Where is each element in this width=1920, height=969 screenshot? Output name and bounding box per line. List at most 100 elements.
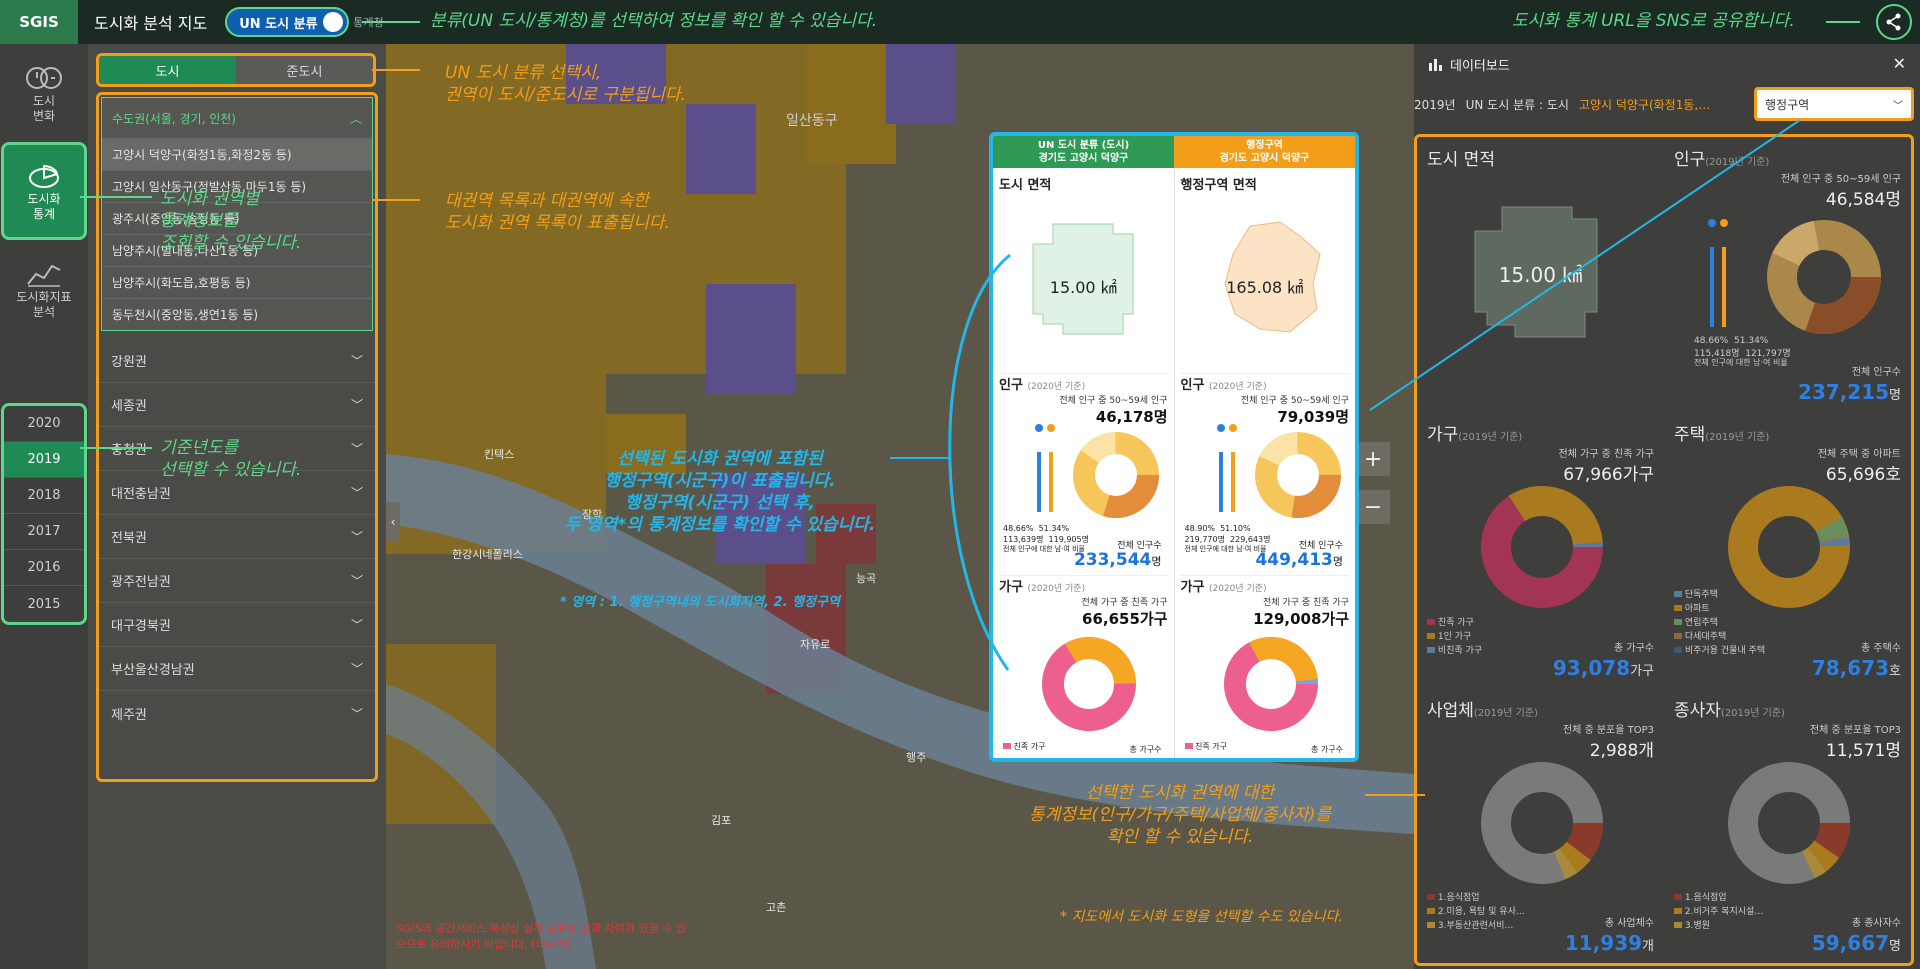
map-label: 능곡 — [856, 572, 877, 585]
card-housing[interactable]: 주택(2019년 기준) 전체 주택 중 아파트 65,696호 단독주택 아파… — [1664, 412, 1911, 687]
chevron-down-icon: ﹀ — [350, 618, 363, 632]
legend-item: 3.병원 — [1674, 919, 1763, 933]
card-title-text: 가구 — [1427, 425, 1459, 446]
pop-title-text: 인구 — [999, 378, 1023, 393]
card-business[interactable]: 사업체(2019년 기준) 전체 중 분포율 TOP3 2,988개 1.음식점… — [1417, 688, 1664, 963]
card-subtitle: 전체 중 분포율 TOP3 — [1809, 724, 1901, 736]
dash-area-name: 고양시 덕양구(화정1동,… — [1578, 97, 1711, 112]
region-name: 대전충남권 — [111, 487, 171, 502]
legend-label: 1.음식점업 — [1437, 893, 1480, 903]
tab-semi-city[interactable]: 준도시 — [236, 56, 373, 84]
card-title: 종사자(2019년 기준) — [1674, 696, 1901, 721]
close-icon[interactable]: ✕ — [1893, 54, 1906, 73]
left-rail: 도시 변화 도시화 통계 도시화지표 분석 2020 2019 2018 201… — [0, 44, 88, 969]
chevron-down-icon: ﹀ — [350, 398, 363, 412]
chevron-down-icon: ﹀ — [350, 442, 363, 456]
card-total-value: 11,939 — [1564, 931, 1643, 955]
year-option[interactable]: 2017 — [4, 514, 84, 550]
sgis-logo[interactable]: SGIS — [0, 0, 78, 44]
hh-legend: 친족 가구 1인 가구 비친족 가구 — [1427, 616, 1482, 658]
region-item[interactable]: 부산울산경남권 ﹀ — [99, 647, 375, 691]
annotation-list: 대권역 목록과 대권역에 속한 도시화 권역 목록이 표출됩니다. — [445, 191, 670, 233]
legend-item: 연립주택 — [1674, 616, 1765, 630]
card-total-label: 전체 인구수 — [1851, 367, 1901, 379]
card-year: (2019년 기준) — [1458, 432, 1523, 444]
hh-section: 가구 (2020년 기준) 전체 가구 중 친족 가구 66,655가구 친족 … — [999, 576, 1168, 758]
rail-item-city-change[interactable]: 도시 변화 — [0, 44, 88, 142]
zoom-in-button[interactable]: + — [1356, 442, 1390, 476]
region-header[interactable]: 수도권(서울, 경기, 인천) ︿ — [102, 98, 372, 138]
hh-value: 66,655가구 — [1082, 610, 1168, 628]
popup-tab-un-city[interactable]: UN 도시 분류 (도시) 경기도 고양시 덕양구 — [993, 136, 1174, 168]
card-title-text: 사업체 — [1427, 700, 1474, 721]
card-household[interactable]: 가구(2019년 기준) 전체 가구 중 친족 가구 67,966가구 친족 가… — [1417, 412, 1664, 687]
hh-donut-chart — [1042, 637, 1136, 731]
region-item[interactable]: 강원권 ﹀ — [99, 339, 375, 383]
region-item[interactable]: 전북권 ﹀ — [99, 515, 375, 559]
sub-region-item[interactable]: 고양시 덕양구(화정1동,화정2동 등) — [102, 138, 372, 170]
chevron-down-icon: ﹀ — [350, 486, 363, 500]
annotation-rail-stats: 도시화 권역별 통계정보를 조회할 수 있습니다. — [160, 189, 302, 253]
map-notice[interactable]: SGIS의 공간서비스 특성상 실제 공표된 값과 차이가 있을 수 있으므로 … — [396, 921, 696, 953]
card-year: (2019년 기준) — [1473, 707, 1538, 719]
hh-title-text: 가구 — [999, 580, 1023, 595]
year-option[interactable]: 2015 — [4, 586, 84, 622]
region-item[interactable]: 제주권 ﹀ — [99, 691, 375, 735]
rail-label: 도시화지표 분석 — [16, 290, 72, 319]
pop-donut-chart — [1254, 432, 1341, 518]
popup-tab-admin[interactable]: 행정구역 경기도 고양시 덕양구 — [1174, 136, 1355, 168]
pop-ratio-label: 전체 인구에 대한 남·여 비율 — [1694, 358, 1788, 367]
card-subtitle: 전체 중 분포율 TOP3 — [1562, 724, 1654, 736]
collapse-panel-handle[interactable]: ‹ — [386, 502, 400, 542]
annotation-share: 도시화 통계 URL을 SNS로 공유합니다. — [1512, 11, 1795, 31]
rail-label: 도시화 통계 — [27, 192, 61, 221]
card-total-value: 237,215 — [1797, 380, 1890, 405]
year-option[interactable]: 2018 — [4, 478, 84, 514]
area-type-select[interactable]: 행정구역 ﹀ — [1754, 87, 1914, 121]
year-option[interactable]: 2016 — [4, 550, 84, 586]
card-employee[interactable]: 종사자(2019년 기준) 전체 중 분포율 TOP3 11,571명 1.음식… — [1664, 688, 1911, 963]
select-value: 행정구역 — [1765, 97, 1810, 112]
tab-city[interactable]: 도시 — [99, 56, 236, 84]
region-item[interactable]: 대구경북권 ﹀ — [99, 603, 375, 647]
region-item[interactable]: 광주전남권 ﹀ — [99, 559, 375, 603]
hh-legend-label: 친족 가구 — [1195, 742, 1228, 751]
sub-region-item[interactable]: 동두천시(중앙동,생연1동 등) — [102, 298, 372, 330]
area-value: 165.08 ㎢ — [1226, 278, 1304, 297]
legend-item: 1.음식점업 — [1427, 891, 1525, 905]
hh-total-label: 총 가구수 — [1129, 745, 1162, 754]
card-area[interactable]: 도시 면적 15.00 ㎢ — [1417, 137, 1664, 412]
card-total-value: 93,078 — [1552, 655, 1631, 680]
classification-toggle[interactable]: UN 도시 분류 — [225, 7, 350, 37]
map-label: 자유로 — [800, 638, 831, 651]
rail-item-city-stats[interactable]: 도시화 통계 — [1, 142, 87, 240]
legend-item: 1인 가구 — [1427, 630, 1482, 644]
business-donut-chart — [1481, 761, 1603, 884]
toggle-off-label[interactable]: 통계청 — [353, 14, 383, 30]
card-year: (2019년 기준) — [1705, 157, 1770, 168]
card-unit: 가구 — [1630, 663, 1654, 679]
region-name: 대구경북권 — [111, 619, 171, 634]
year-option-selected[interactable]: 2019 — [4, 442, 84, 478]
year-option[interactable]: 2020 — [4, 406, 84, 442]
legend-label: 3.병원 — [1684, 921, 1711, 931]
card-population[interactable]: 인구(2019년 기준) 전체 인구 중 50~59세 인구 46,584명 4… — [1664, 137, 1911, 412]
zoom-out-button[interactable]: − — [1356, 490, 1390, 524]
hh-subtitle: 전체 가구 중 친족 가구 — [1081, 598, 1168, 608]
rail-item-index-analysis[interactable]: 도시화지표 분석 — [0, 240, 88, 338]
region-name: 광주전남권 — [111, 575, 171, 590]
card-subtitle: 전체 인구 중 50~59세 인구 — [1780, 174, 1901, 185]
share-button[interactable] — [1876, 4, 1912, 40]
card-total: 78,673호 — [1812, 656, 1901, 680]
region-item[interactable]: 세종권 ﹀ — [99, 383, 375, 427]
legend-label: 다세대주택 — [1684, 631, 1727, 642]
map-label: 킨텍스 — [484, 448, 515, 461]
pop-subtitle: 전체 인구 중 50~59세 인구 — [1240, 396, 1349, 406]
pop-total: 449,413명 — [1255, 550, 1343, 570]
legend-label: 단독주택 — [1684, 589, 1718, 600]
dashboard-panel: 데이터보드 ✕ 2019년 UN 도시 분류 : 도시 고양시 덕양구(화정1동… — [1414, 44, 1920, 969]
annotation-toggle: 분류(UN 도시/통계청)를 선택하여 정보를 확인 할 수 있습니다. — [430, 11, 878, 31]
biz-legend: 1.음식점업 2.미용, 욕탕 및 유사… 3.부동산관련서비… — [1427, 891, 1525, 933]
sub-region-item[interactable]: 남양주시(화도읍,호평동 등) — [102, 266, 372, 298]
popup-col-admin: 행정구역 면적 165.08 ㎢ 인구 (2020년 기준) 전체 인구 중 5… — [1175, 168, 1356, 758]
